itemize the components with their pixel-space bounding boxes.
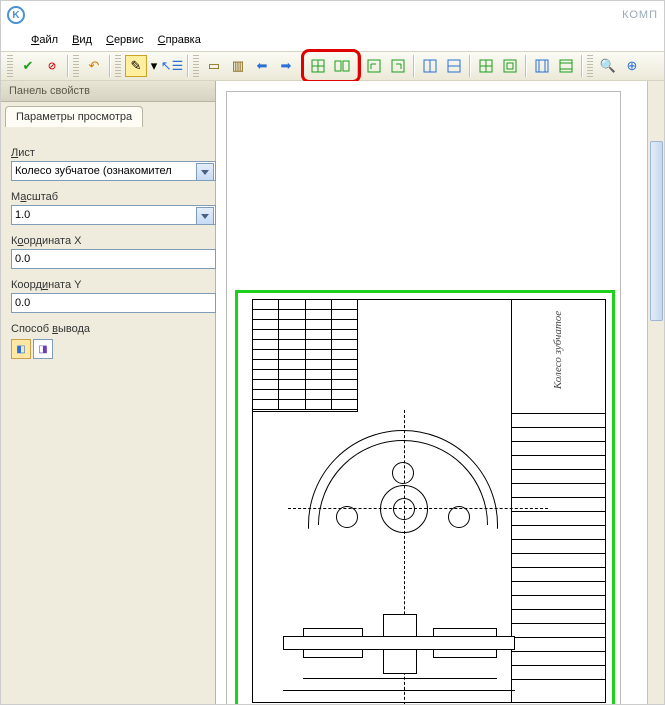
properties-panel: Панель свойств Параметры просмотра Лист …	[1, 81, 216, 704]
part-name-text: Колесо зубчатое	[553, 311, 565, 389]
undo-icon[interactable]: ↶	[83, 55, 105, 77]
toolbar-grip	[7, 55, 13, 77]
scrollbar-thumb[interactable]	[650, 141, 663, 321]
sheet-select[interactable]	[11, 161, 216, 181]
output-mode-label: Способ вывода	[11, 323, 205, 335]
drawing-border: Колесо зубчатое	[252, 299, 606, 703]
toolbar-grip	[193, 55, 199, 77]
panel-tabstrip: Параметры просмотра	[1, 102, 215, 127]
spec-table	[253, 300, 358, 412]
highlighter-icon[interactable]: ✎	[125, 55, 147, 77]
output-mode-a-button[interactable]: ◧	[11, 339, 31, 359]
rotate-right-icon[interactable]	[387, 55, 409, 77]
fit-page-green-icon[interactable]	[307, 55, 329, 77]
panel-title: Панель свойств	[1, 81, 215, 102]
scale-select[interactable]	[11, 205, 216, 225]
title-block: Колесо зубчатое	[511, 300, 605, 702]
app-icon: K	[7, 6, 25, 24]
coordx-input[interactable]	[11, 249, 216, 269]
titlebar: K КОМП	[1, 1, 664, 29]
next-page-icon[interactable]: ➡	[275, 55, 297, 77]
toolbar: ✔ ⊘ ↶ ✎ ▾ ↖☰ ▭ ▥ ⬅ ➡	[1, 51, 664, 81]
coordy-input[interactable]	[11, 293, 216, 313]
scale-label: Масштаб	[11, 191, 205, 203]
app-window: K КОМП Файл Вид Сервис Справка ✔ ⊘ ↶ ✎ ▾…	[0, 0, 665, 705]
vertical-scrollbar[interactable]	[647, 81, 664, 704]
gear-front-view	[308, 430, 498, 590]
zoom-window-icon[interactable]: 🔍	[597, 55, 619, 77]
menu-help[interactable]: Справка	[158, 34, 201, 46]
dropdown-icon[interactable]: ▾	[149, 55, 159, 77]
content-area: Панель свойств Параметры просмотра Лист …	[1, 81, 664, 704]
page-icon[interactable]: ▭	[203, 55, 225, 77]
layout-e-icon[interactable]	[531, 55, 553, 77]
fit-spread-green-icon[interactable]	[331, 55, 353, 77]
layout-b-icon[interactable]	[443, 55, 465, 77]
paper-sheet: Колесо зубчатое	[226, 91, 621, 704]
app-title-fragment: КОМП	[622, 9, 658, 21]
output-mode-b-button[interactable]: ◨	[33, 339, 53, 359]
menu-file[interactable]: Файл	[31, 34, 58, 46]
layout-f-icon[interactable]	[555, 55, 577, 77]
menu-service[interactable]: Сервис	[106, 34, 144, 46]
toolbar-grip	[587, 55, 593, 77]
toolbar-grip	[115, 55, 121, 77]
page-multi-icon[interactable]: ▥	[227, 55, 249, 77]
zoom-in-icon[interactable]: ⊕	[621, 55, 643, 77]
menu-view[interactable]: Вид	[72, 34, 92, 46]
layout-a-icon[interactable]	[419, 55, 441, 77]
stop-button[interactable]: ⊘	[41, 55, 63, 77]
rotate-left-icon[interactable]	[363, 55, 385, 77]
gear-section-view	[283, 600, 515, 688]
print-area-frame: Колесо зубчатое	[235, 290, 615, 704]
sheet-label: Лист	[11, 147, 205, 159]
layout-c-icon[interactable]	[475, 55, 497, 77]
ok-button[interactable]: ✔	[17, 55, 39, 77]
toolbar-grip	[73, 55, 79, 77]
coordx-label: Координата X	[11, 235, 205, 247]
panel-body: Лист Масштаб Координата X Координата Y С…	[1, 127, 215, 704]
drawing-canvas[interactable]: Колесо зубчатое	[216, 81, 664, 704]
prev-page-icon[interactable]: ⬅	[251, 55, 273, 77]
cursor-options-icon[interactable]: ↖☰	[161, 55, 183, 77]
menubar: Файл Вид Сервис Справка	[1, 29, 664, 51]
layout-d-icon[interactable]	[499, 55, 521, 77]
tab-view-params[interactable]: Параметры просмотра	[5, 106, 143, 127]
coordy-label: Координата Y	[11, 279, 205, 291]
